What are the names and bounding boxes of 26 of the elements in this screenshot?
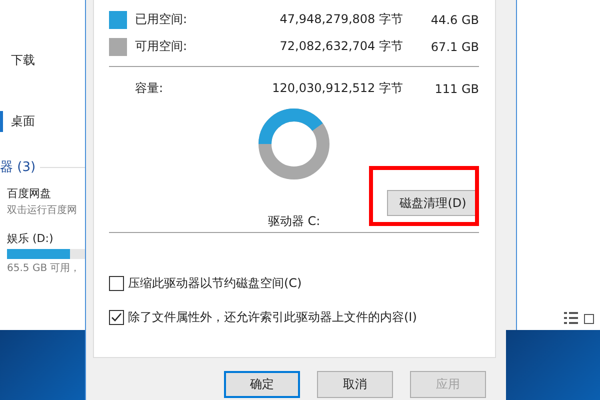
dialog-button[interactable]: 取消 [317, 371, 393, 398]
thumbnail-view-icon[interactable] [584, 314, 594, 324]
drive-detail: 65.5 GB 可用， [6, 262, 82, 275]
drive-name[interactable]: 百度网盘 [0, 186, 85, 201]
checkbox[interactable] [109, 276, 124, 291]
usage-size: 67.1 GB [430, 40, 479, 54]
section-heading: 器 (3) [0, 159, 36, 176]
option-checkbox[interactable]: 除了文件属性外，还允许索引此驱动器上文件的内容(I) [109, 309, 479, 326]
dialog-button[interactable]: 确定 [224, 371, 300, 398]
drive-name[interactable]: 娱乐 (D:) [0, 231, 85, 246]
capacity-bytes: 120,030,912,512 字节 [271, 80, 403, 97]
disk-usage-donut [258, 108, 330, 180]
option-checkbox[interactable]: 压缩此驱动器以节约磁盘空间(C) [109, 275, 479, 292]
usage-label: 已用空间: [135, 11, 188, 28]
usage-size: 44.6 GB [430, 12, 479, 26]
checkmark-icon [111, 312, 122, 323]
usage-label: 可用空间: [135, 38, 188, 55]
drive-label: 驱动器 C: [268, 213, 320, 230]
drive-detail: 双击运行百度网 [6, 204, 78, 217]
capacity-size: 111 GB [434, 82, 479, 96]
checkbox[interactable] [109, 310, 124, 325]
nav-item[interactable]: 下载 [0, 50, 85, 71]
details-view-icon[interactable] [564, 312, 578, 324]
capacity-label: 容量: [135, 80, 164, 97]
usage-bytes: 72,082,632,704 字节 [278, 38, 403, 55]
usage-bytes: 47,948,279,808 字节 [278, 11, 403, 28]
